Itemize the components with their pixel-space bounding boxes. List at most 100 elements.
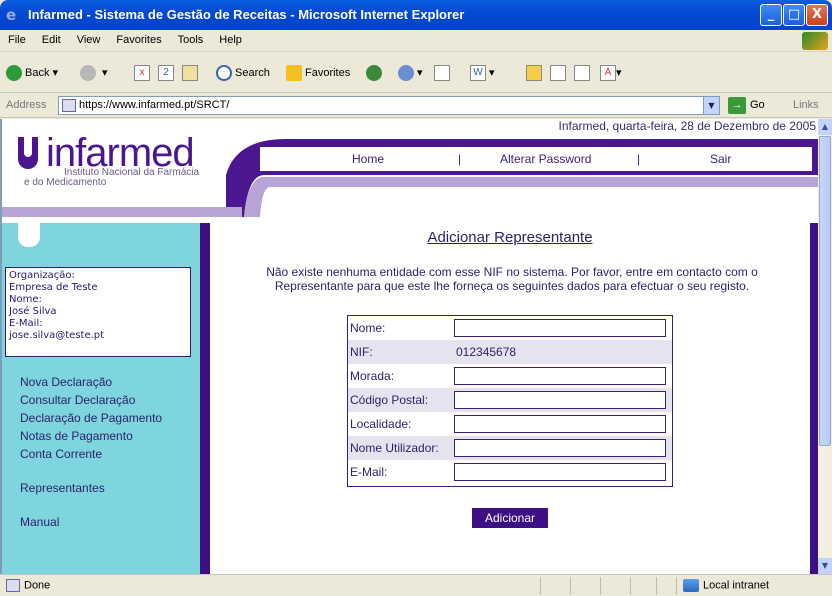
form-row-nome: Nome: — [348, 316, 672, 340]
home-button[interactable] — [182, 63, 198, 83]
close-button[interactable]: X — [806, 4, 828, 26]
mail-icon — [398, 65, 414, 82]
forward-arrow-icon — [80, 65, 96, 82]
status-divider — [630, 577, 631, 595]
email-input[interactable] — [454, 463, 666, 481]
address-dropdown-icon[interactable]: ▼ — [703, 97, 719, 114]
back-label: Back — [25, 67, 50, 79]
status-divider — [570, 577, 571, 595]
sidebar-item-representantes[interactable]: Representantes — [20, 479, 105, 497]
back-arrow-icon — [6, 65, 22, 82]
form-row-codigo-postal: Código Postal: — [348, 388, 672, 412]
home-icon — [182, 65, 198, 82]
stop-button[interactable]: x — [134, 63, 150, 83]
name-value: José Silva — [9, 306, 57, 317]
org-label: Organização: — [9, 270, 75, 281]
address-input[interactable]: https://www.infarmed.pt/SRCT/ ▼ — [58, 96, 720, 115]
go-label: Go — [750, 99, 765, 111]
go-arrow-icon: → — [728, 97, 746, 114]
menu-bar: File Edit View Favorites Tools Help — [0, 30, 832, 52]
nav-home[interactable]: Home — [352, 152, 384, 166]
maximize-button[interactable]: □ — [783, 4, 805, 26]
status-divider — [656, 577, 657, 595]
form-row-morada: Morada: — [348, 364, 672, 388]
representante-form: Nome: NIF: 012345678 Morada: Código Post… — [347, 315, 673, 487]
stop-icon: x — [134, 65, 150, 82]
sidebar-item-conta-corrente[interactable]: Conta Corrente — [20, 445, 162, 463]
favorites-button[interactable]: Favorites — [286, 63, 350, 83]
codigo-postal-input[interactable] — [454, 391, 666, 409]
mail-button[interactable]: ▾ — [398, 63, 423, 83]
codigo-postal-label: Código Postal: — [350, 393, 429, 407]
status-done-text: Done — [24, 579, 51, 592]
edit-button[interactable]: W ▾ — [470, 63, 495, 83]
minimize-button[interactable]: _ — [760, 4, 782, 26]
form-row-nome-utilizador: Nome Utilizador: — [348, 436, 672, 460]
history-icon — [366, 65, 382, 82]
menu-help[interactable]: Help — [211, 30, 250, 46]
status-bar: Done Local intranet — [0, 574, 832, 596]
discuss-button[interactable] — [526, 63, 542, 83]
intranet-icon — [683, 579, 699, 592]
address-label: Address — [6, 99, 47, 111]
history-button[interactable] — [366, 63, 385, 83]
nav-alterar-password[interactable]: Alterar Password — [500, 152, 591, 166]
back-button[interactable]: Back ▾ — [6, 63, 58, 83]
nif-value: 012345678 — [456, 345, 517, 359]
logo-subtitle: Instituto Nacional da Farmácia e do Medi… — [24, 168, 199, 188]
security-zone: Local intranet — [683, 579, 769, 592]
sidebar-item-nova-declaracao[interactable]: Nova Declaração — [20, 373, 162, 391]
refresh-button[interactable]: 2 — [158, 63, 174, 83]
scroll-thumb[interactable] — [819, 136, 831, 446]
go-button[interactable]: → Go — [728, 97, 765, 114]
morada-label: Morada: — [350, 369, 395, 383]
name-label: Nome: — [9, 294, 42, 305]
info-message: Não existe nenhuma entidade com esse NIF… — [216, 265, 808, 293]
status-divider — [600, 577, 601, 595]
scroll-down-icon[interactable]: ▼ — [818, 558, 832, 574]
form-row-nif: NIF: 012345678 — [348, 340, 672, 364]
email-field-label: E-Mail: — [350, 465, 388, 479]
address-bar: Address https://www.infarmed.pt/SRCT/ ▼ … — [0, 94, 832, 118]
favorites-label: Favorites — [305, 67, 351, 79]
messenger-button[interactable] — [574, 63, 590, 83]
menu-view[interactable]: View — [69, 30, 109, 46]
sidebar-item-notas-pagamento[interactable]: Notas de Pagamento — [20, 427, 162, 445]
status-done: Done — [6, 579, 50, 592]
nav-separator: | — [637, 152, 641, 166]
print-button[interactable] — [434, 63, 450, 83]
nav-separator: | — [458, 152, 462, 166]
morada-input[interactable] — [454, 367, 666, 385]
info-message-line2: Representante para que este lhe forneça … — [274, 279, 750, 293]
sidebar-item-declaracao-pagamento[interactable]: Declaração de Pagamento — [20, 409, 162, 427]
menu-favorites[interactable]: Favorites — [108, 30, 169, 46]
search-button[interactable]: Search — [216, 63, 270, 83]
refresh-icon: 2 — [158, 65, 174, 82]
page-done-icon — [6, 579, 20, 592]
sidebar-item-consultar-declaracao[interactable]: Consultar Declaração — [20, 391, 162, 409]
windows-logo-icon — [802, 32, 828, 50]
nome-utilizador-input[interactable] — [454, 439, 666, 457]
nome-input[interactable] — [454, 319, 666, 337]
research-icon — [550, 65, 566, 82]
menu-file[interactable]: File — [0, 30, 34, 46]
vertical-scrollbar[interactable]: ▲ ▼ — [818, 119, 832, 574]
top-nav: Home | Alterar Password | Sair — [260, 147, 812, 171]
nav-sair[interactable]: Sair — [710, 152, 731, 166]
adicionar-button[interactable]: Adicionar — [472, 508, 548, 528]
localidade-input[interactable] — [454, 415, 666, 433]
sidebar-item-manual[interactable]: Manual — [20, 513, 59, 531]
forward-button[interactable]: ▾ — [80, 63, 108, 83]
scroll-up-icon[interactable]: ▲ — [818, 119, 832, 135]
translate-icon: A — [600, 65, 616, 82]
page-icon — [62, 99, 76, 112]
print-icon — [434, 65, 450, 82]
nif-label: NIF: — [350, 345, 373, 359]
research-button[interactable] — [550, 63, 566, 83]
links-button[interactable]: Links — [793, 99, 819, 111]
menu-edit[interactable]: Edit — [34, 30, 69, 46]
localidade-label: Localidade: — [350, 417, 412, 431]
org-value: Empresa de Teste — [9, 282, 98, 293]
menu-tools[interactable]: Tools — [170, 30, 212, 46]
translate-button[interactable]: A ▾ — [600, 63, 622, 83]
